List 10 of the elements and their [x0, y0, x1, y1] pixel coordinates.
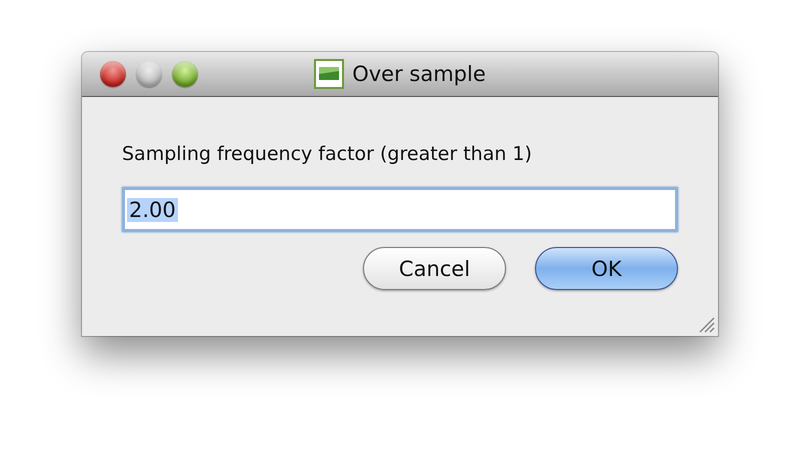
minimize-icon[interactable] [136, 61, 162, 87]
close-icon[interactable] [100, 61, 126, 87]
zoom-icon[interactable] [172, 61, 198, 87]
image-icon [314, 59, 344, 89]
resize-grip-icon[interactable] [697, 315, 715, 333]
window-title: Over sample [352, 62, 486, 86]
cancel-button[interactable]: Cancel [363, 247, 506, 290]
ok-button[interactable]: OK [535, 247, 678, 290]
prompt-label: Sampling frequency factor (greater than 1) [122, 143, 532, 165]
input-field[interactable]: 2.00 [122, 187, 678, 232]
